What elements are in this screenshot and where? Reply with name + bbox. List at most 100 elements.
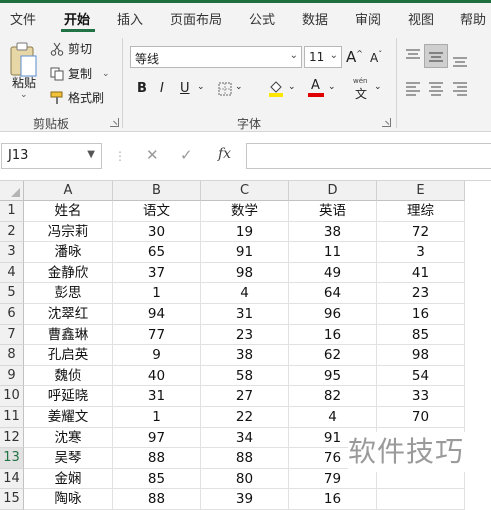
row-header[interactable]: 14 [0, 468, 24, 490]
phonetic-guide-icon[interactable]: wén 文 [352, 77, 372, 101]
cell-c9[interactable]: 58 [201, 365, 289, 387]
cell-c13[interactable]: 88 [201, 448, 289, 469]
clipboard-launcher-icon[interactable] [110, 118, 119, 127]
cell-b4[interactable]: 37 [113, 262, 201, 284]
tab-file[interactable]: 文件 [10, 9, 36, 28]
cell-b12[interactable]: 97 [113, 427, 201, 449]
cell-b13[interactable]: 88 [113, 448, 201, 469]
tab-review[interactable]: 审阅 [355, 9, 381, 28]
cell-c1[interactable]: 数学 [201, 201, 289, 222]
cell-e5[interactable]: 23 [377, 283, 465, 304]
font-color-icon[interactable]: A [308, 78, 324, 98]
row-header[interactable]: 10 [0, 386, 24, 407]
font-launcher-icon[interactable] [382, 118, 391, 127]
cell-d3[interactable]: 11 [289, 242, 377, 263]
font-color-dropdown-icon[interactable]: ⌄ [328, 82, 336, 92]
row-header[interactable]: 8 [0, 345, 24, 366]
column-header-a[interactable]: A [24, 181, 113, 201]
cell-e3[interactable]: 3 [377, 242, 465, 263]
cell-d4[interactable]: 49 [289, 262, 377, 284]
cell-c12[interactable]: 34 [201, 427, 289, 449]
cell-d7[interactable]: 16 [289, 324, 377, 346]
cell-e9[interactable]: 54 [377, 365, 465, 387]
fill-color-dropdown-icon[interactable]: ⌄ [288, 82, 296, 92]
font-size-combo[interactable]: 11 ⌄ [304, 46, 342, 68]
cell-b3[interactable]: 65 [113, 242, 201, 263]
cell-b11[interactable]: 1 [113, 407, 201, 428]
underline-button[interactable]: U [180, 81, 190, 96]
cell-e11[interactable]: 70 [377, 407, 465, 428]
cell-e6[interactable]: 16 [377, 304, 465, 325]
cell-b7[interactable]: 77 [113, 324, 201, 346]
cell-a3[interactable]: 潘咏 [24, 242, 113, 263]
chevron-down-icon[interactable]: ⌄ [330, 50, 338, 61]
cell-c10[interactable]: 27 [201, 386, 289, 407]
column-header-b[interactable]: B [113, 181, 201, 201]
align-top-icon[interactable] [405, 49, 421, 63]
underline-dropdown-icon[interactable]: ⌄ [197, 82, 205, 92]
cell-d1[interactable]: 英语 [289, 201, 377, 222]
chevron-down-icon[interactable]: ⌄ [290, 50, 298, 61]
cell-d6[interactable]: 96 [289, 304, 377, 325]
row-header[interactable]: 7 [0, 324, 24, 346]
bold-button[interactable]: B [137, 81, 147, 96]
font-name-combo[interactable]: 等线 ⌄ [130, 46, 302, 68]
column-header-d[interactable]: D [289, 181, 377, 201]
cell-a2[interactable]: 冯宗莉 [24, 221, 113, 243]
row-header[interactable]: 9 [0, 365, 24, 387]
cell-a10[interactable]: 呼延晓 [24, 386, 113, 407]
cell-e1[interactable]: 理综 [377, 201, 465, 222]
chevron-down-icon[interactable]: ▼ [87, 149, 95, 160]
cell-d15[interactable]: 16 [289, 489, 377, 510]
row-header[interactable]: 4 [0, 262, 24, 284]
cell-e2[interactable]: 72 [377, 221, 465, 243]
row-header[interactable]: 13 [0, 448, 24, 469]
phonetic-dropdown-icon[interactable]: ⌄ [374, 82, 382, 92]
cell-e8[interactable]: 98 [377, 345, 465, 366]
tab-insert[interactable]: 插入 [117, 9, 143, 28]
cancel-icon[interactable]: ✕ [146, 146, 159, 164]
formula-input[interactable] [246, 143, 491, 169]
cell-a14[interactable]: 金娴 [24, 468, 113, 490]
cell-a7[interactable]: 曹鑫琳 [24, 324, 113, 346]
cell-b6[interactable]: 94 [113, 304, 201, 325]
row-header[interactable]: 12 [0, 427, 24, 449]
cell-b10[interactable]: 31 [113, 386, 201, 407]
tab-data[interactable]: 数据 [302, 9, 328, 28]
cell-e10[interactable]: 33 [377, 386, 465, 407]
paste-dropdown-icon[interactable]: ⌄ [20, 90, 28, 100]
align-bottom-icon[interactable] [452, 53, 468, 67]
align-center-icon[interactable] [428, 82, 444, 96]
paste-button[interactable]: 粘贴 [12, 74, 36, 91]
enter-icon[interactable]: ✓ [180, 146, 193, 164]
cell-a8[interactable]: 孔启英 [24, 345, 113, 366]
select-all-button[interactable] [0, 181, 24, 201]
italic-button[interactable]: I [160, 81, 164, 96]
tab-home[interactable]: 开始 [64, 9, 90, 28]
row-header[interactable]: 1 [0, 201, 24, 222]
cell-b15[interactable]: 88 [113, 489, 201, 510]
cell-a1[interactable]: 姓名 [24, 201, 113, 222]
copy-dropdown-icon[interactable]: ⌄ [102, 69, 110, 79]
cell-a9[interactable]: 魏侦 [24, 365, 113, 387]
shrink-font-button[interactable]: Aˇ [370, 50, 382, 65]
cell-d9[interactable]: 95 [289, 365, 377, 387]
cell-a12[interactable]: 沈寒 [24, 427, 113, 449]
cell-a5[interactable]: 彭思 [24, 283, 113, 304]
cell-b8[interactable]: 9 [113, 345, 201, 366]
grow-font-button[interactable]: A^ [346, 48, 363, 66]
tab-view[interactable]: 视图 [408, 9, 434, 28]
cell-c6[interactable]: 31 [201, 304, 289, 325]
cut-button[interactable]: 剪切 [50, 40, 92, 57]
row-header[interactable]: 3 [0, 242, 24, 263]
align-right-icon[interactable] [452, 82, 468, 96]
cell-c8[interactable]: 38 [201, 345, 289, 366]
cell-c5[interactable]: 4 [201, 283, 289, 304]
name-box[interactable]: J13 ▼ [1, 143, 102, 169]
fill-color-icon[interactable] [268, 79, 284, 97]
cell-c14[interactable]: 80 [201, 468, 289, 490]
column-header-e[interactable]: E [377, 181, 465, 201]
paste-icon[interactable] [10, 42, 38, 78]
cell-d10[interactable]: 82 [289, 386, 377, 407]
column-header-c[interactable]: C [201, 181, 289, 201]
